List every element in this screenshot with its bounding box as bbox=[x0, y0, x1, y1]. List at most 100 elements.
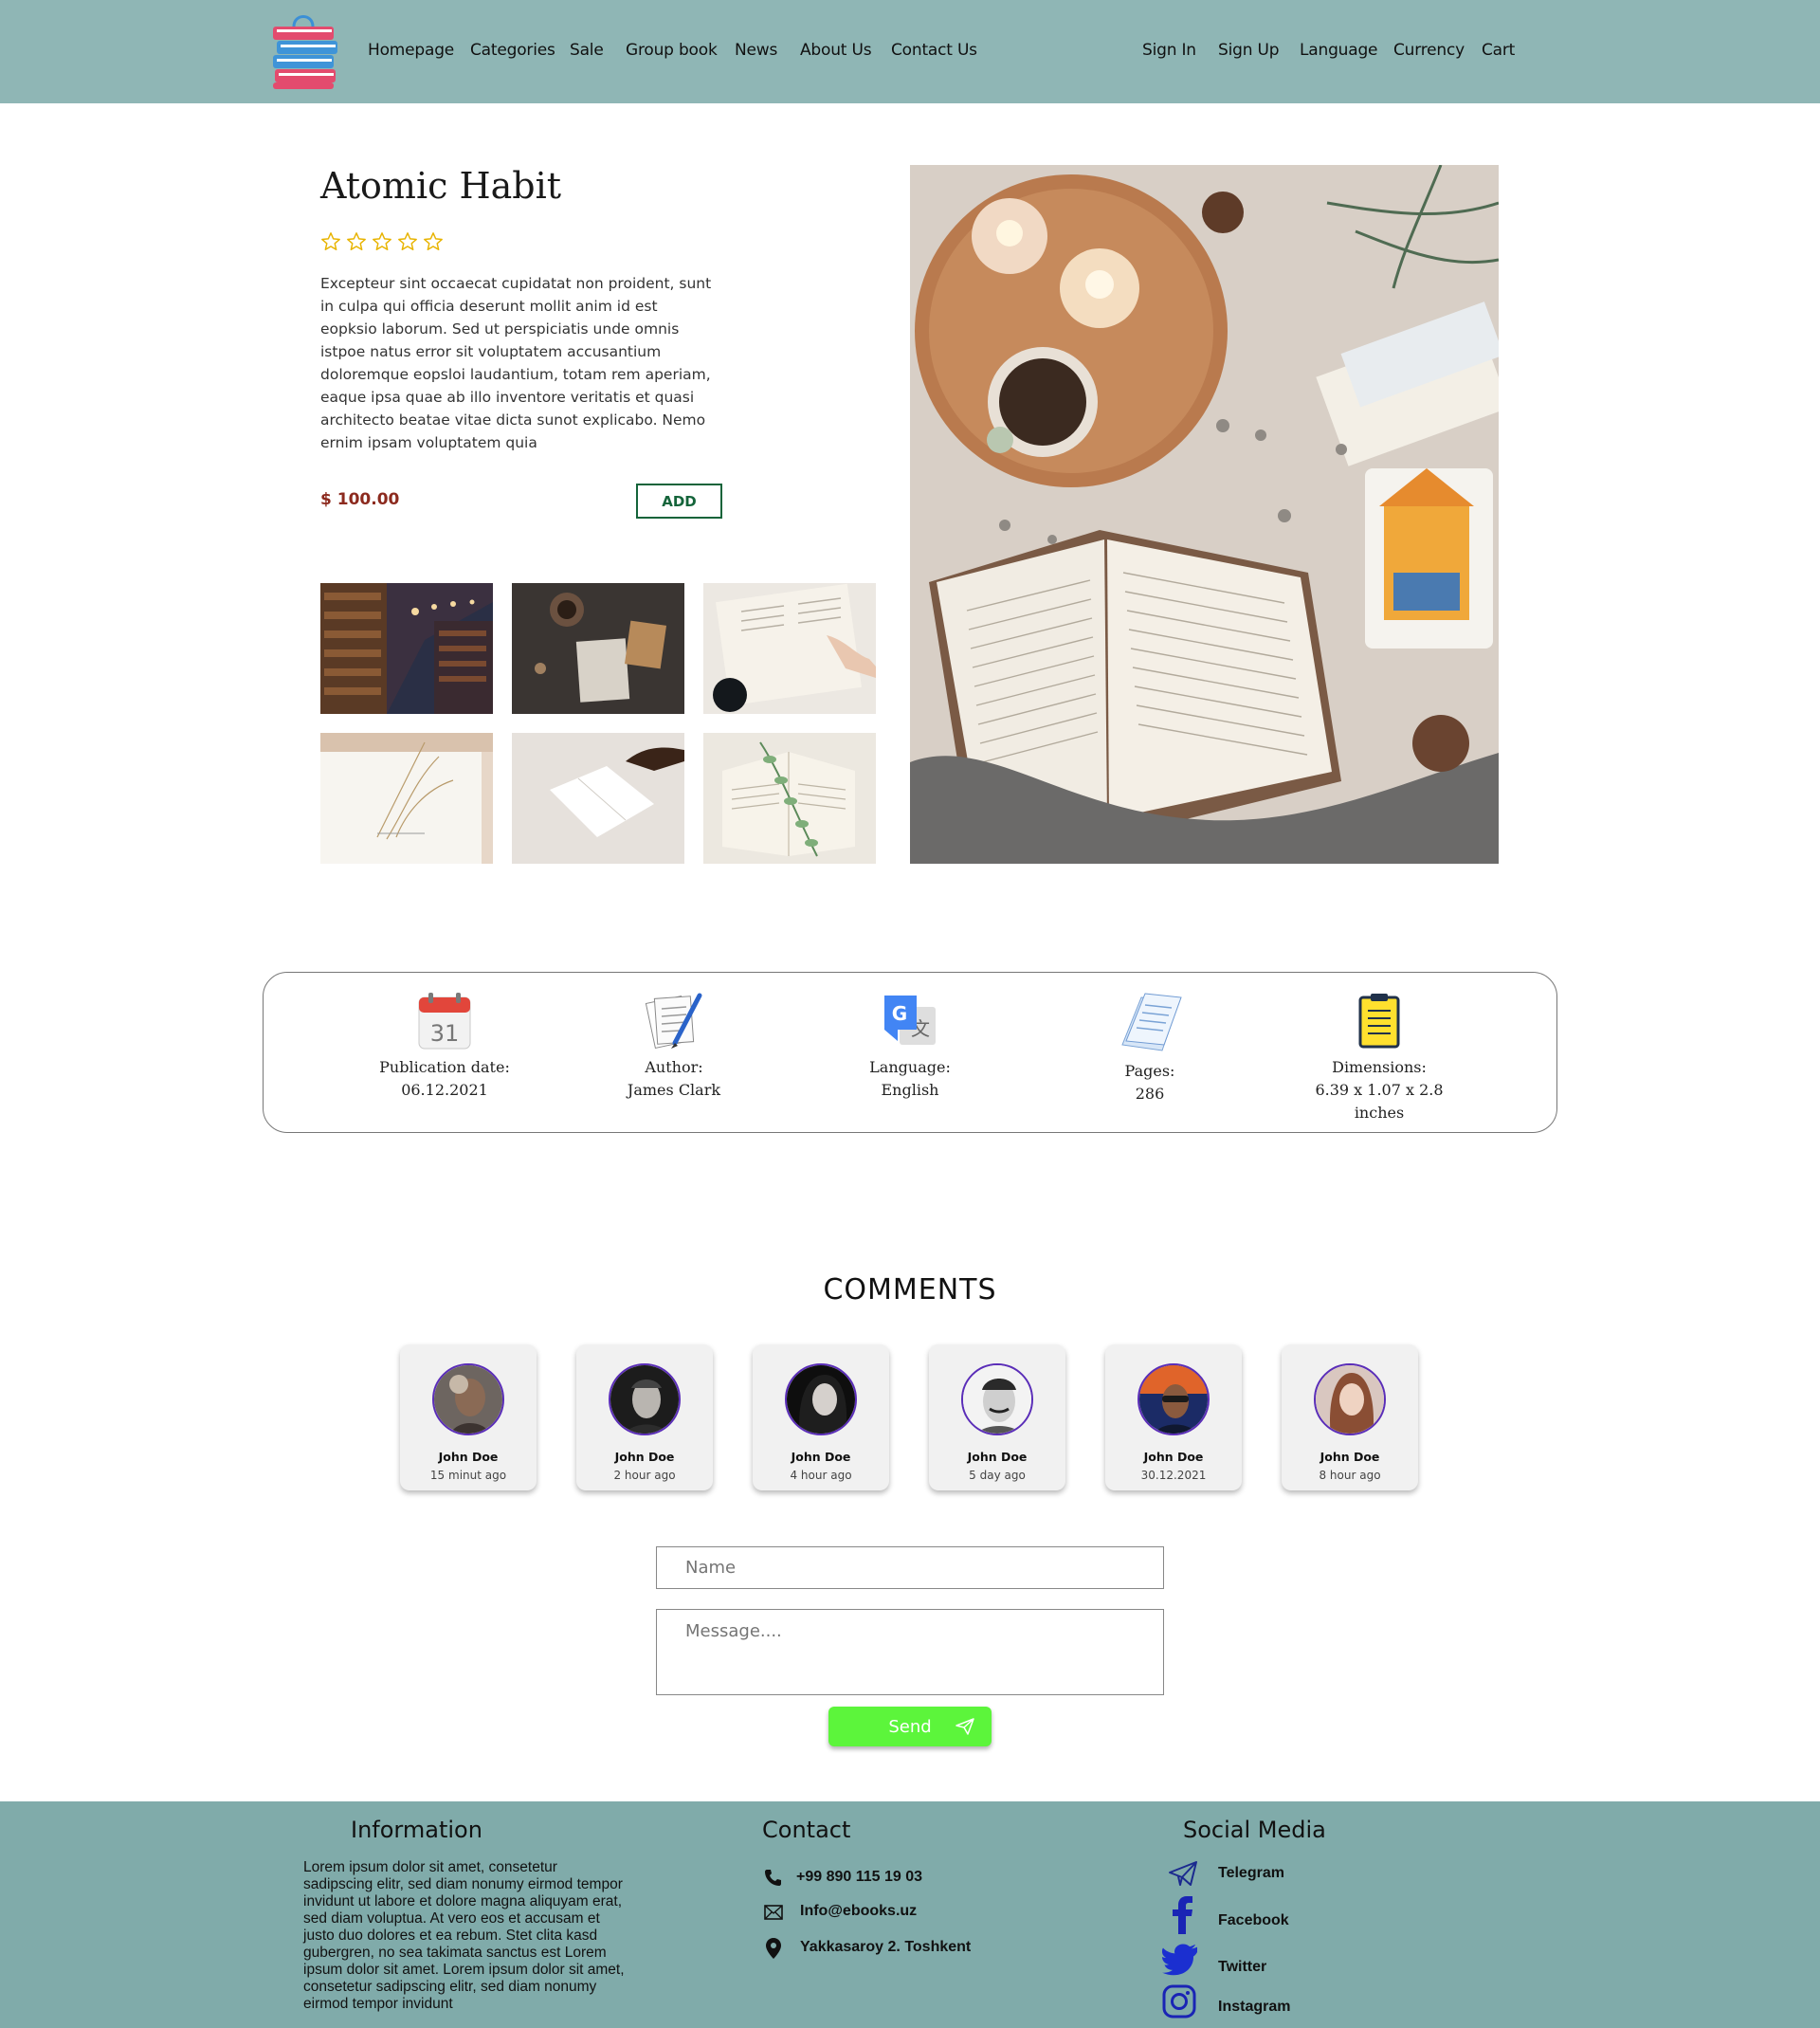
comment-time: 8 hour ago bbox=[1319, 1469, 1381, 1482]
comment-card[interactable]: John Doe 15 minut ago bbox=[400, 1344, 537, 1490]
product-title: Atomic Habit bbox=[320, 165, 562, 207]
comment-author: John Doe bbox=[791, 1450, 851, 1464]
footer-telegram[interactable]: Telegram bbox=[1218, 1865, 1284, 1882]
comment-author: John Doe bbox=[1143, 1450, 1204, 1464]
comment-time: 5 day ago bbox=[969, 1469, 1026, 1482]
detail-pages: Pages: 286 bbox=[1055, 992, 1245, 1105]
detail-publication-date: 31 Publication date: 06.12.2021 bbox=[350, 992, 539, 1102]
comment-card[interactable]: John Doe 5 day ago bbox=[929, 1344, 1065, 1490]
star-icon[interactable] bbox=[346, 231, 367, 252]
send-button[interactable]: Send bbox=[828, 1707, 992, 1746]
gallery-thumb-book-eucalyptus[interactable] bbox=[703, 733, 876, 864]
detail-dimensions: Dimensions: 6.39 x 1.07 x 2.8 inches bbox=[1284, 992, 1474, 1124]
comment-card[interactable]: John Doe 2 hour ago bbox=[576, 1344, 713, 1490]
footer-address[interactable]: Yakkasaroy 2. Toshkent bbox=[800, 1939, 971, 1956]
book-details-card: 31 Publication date: 06.12.2021 Author: … bbox=[263, 972, 1557, 1133]
document-pen-icon bbox=[645, 993, 702, 1050]
comment-author: John Doe bbox=[1320, 1450, 1380, 1464]
nav-group-book[interactable]: Group book bbox=[626, 41, 718, 60]
gallery-thumb-book-dried-grass[interactable] bbox=[320, 733, 493, 864]
nav-cart[interactable]: Cart bbox=[1482, 41, 1515, 60]
product-description: Excepteur sint occaecat cupidatat non pr… bbox=[320, 275, 712, 451]
comment-time: 2 hour ago bbox=[613, 1469, 676, 1482]
footer-phone[interactable]: +99 890 115 19 03 bbox=[796, 1869, 922, 1886]
name-input[interactable] bbox=[656, 1546, 1164, 1589]
nav-sign-up[interactable]: Sign Up bbox=[1218, 41, 1280, 60]
nav-sale[interactable]: Sale bbox=[570, 41, 604, 60]
detail-label: Language: bbox=[869, 1058, 951, 1076]
footer-instagram[interactable]: Instagram bbox=[1218, 1999, 1290, 2016]
detail-value: 6.39 x 1.07 x 2.8 inches bbox=[1315, 1081, 1444, 1122]
comment-time: 30.12.2021 bbox=[1140, 1469, 1207, 1482]
detail-value: 06.12.2021 bbox=[401, 1081, 488, 1099]
pages-icon bbox=[1121, 993, 1182, 1051]
detail-value: English bbox=[881, 1081, 939, 1099]
nav-contact-us[interactable]: Contact Us bbox=[891, 41, 977, 60]
comments-heading: COMMENTS bbox=[823, 1273, 997, 1306]
avatar[interactable] bbox=[785, 1363, 857, 1435]
instagram-icon[interactable] bbox=[1162, 1984, 1196, 2019]
detail-label: Author: bbox=[645, 1058, 703, 1076]
avatar[interactable] bbox=[609, 1363, 681, 1435]
calendar-day-number: 31 bbox=[430, 1020, 460, 1047]
star-icon[interactable] bbox=[423, 231, 444, 252]
footer-twitter[interactable]: Twitter bbox=[1218, 1959, 1266, 1976]
calendar-icon: 31 bbox=[418, 993, 471, 1050]
nav-homepage[interactable]: Homepage bbox=[368, 41, 454, 60]
send-label: Send bbox=[888, 1716, 932, 1737]
translate-icon: 文 G bbox=[884, 996, 936, 1045]
detail-label: Pages: bbox=[1124, 1062, 1175, 1080]
comment-author: John Doe bbox=[614, 1450, 675, 1464]
rating-stars[interactable] bbox=[320, 231, 444, 252]
comment-author: John Doe bbox=[967, 1450, 1028, 1464]
avatar[interactable] bbox=[1314, 1363, 1386, 1435]
nav-categories[interactable]: Categories bbox=[470, 41, 555, 60]
footer-information-title: Information bbox=[351, 1817, 482, 1843]
nav-currency[interactable]: Currency bbox=[1393, 41, 1465, 60]
footer-facebook[interactable]: Facebook bbox=[1218, 1912, 1289, 1929]
svg-text:G: G bbox=[892, 1002, 907, 1025]
gallery-thumb-blank-notebook[interactable] bbox=[512, 733, 684, 864]
facebook-icon[interactable] bbox=[1172, 1896, 1194, 1934]
star-icon[interactable] bbox=[372, 231, 392, 252]
gallery-thumb-coffee-table[interactable] bbox=[512, 583, 684, 714]
comment-time: 15 minut ago bbox=[429, 1469, 507, 1482]
paper-plane-icon bbox=[956, 1718, 974, 1735]
add-to-cart-button[interactable]: ADD bbox=[636, 484, 722, 519]
nav-about-us[interactable]: About Us bbox=[800, 41, 872, 60]
detail-label: Dimensions: bbox=[1332, 1058, 1427, 1076]
gallery-thumb-open-book-hand[interactable] bbox=[703, 583, 876, 714]
star-icon[interactable] bbox=[397, 231, 418, 252]
gallery-thumb-library[interactable] bbox=[320, 583, 493, 714]
nav-news[interactable]: News bbox=[735, 41, 777, 60]
clipboard-icon bbox=[1358, 994, 1400, 1049]
site-footer: Information Lorem ipsum dolor sit amet, … bbox=[0, 1801, 1820, 2028]
product-main-image bbox=[910, 165, 1499, 864]
comment-card[interactable]: John Doe 8 hour ago bbox=[1282, 1344, 1418, 1490]
footer-social-title: Social Media bbox=[1183, 1817, 1326, 1843]
comment-card[interactable]: John Doe 30.12.2021 bbox=[1105, 1344, 1242, 1490]
phone-icon bbox=[765, 1870, 781, 1886]
star-icon[interactable] bbox=[320, 231, 341, 252]
nav-language[interactable]: Language bbox=[1300, 41, 1377, 60]
comment-time: 4 hour ago bbox=[790, 1469, 852, 1482]
detail-author: Author: James Clark bbox=[579, 992, 769, 1102]
mail-icon bbox=[764, 1905, 783, 1920]
comment-author: John Doe bbox=[438, 1450, 499, 1464]
comment-card[interactable]: John Doe 4 hour ago bbox=[753, 1344, 889, 1490]
location-pin-icon bbox=[766, 1938, 781, 1959]
nav-sign-in[interactable]: Sign In bbox=[1142, 41, 1196, 60]
twitter-icon[interactable] bbox=[1162, 1944, 1198, 1976]
site-header: Homepage Categories Sale Group book News… bbox=[0, 0, 1820, 103]
footer-email[interactable]: Info@ebooks.uz bbox=[800, 1903, 917, 1920]
avatar[interactable] bbox=[961, 1363, 1033, 1435]
product-price: $ 100.00 bbox=[320, 490, 400, 509]
footer-contact-title: Contact bbox=[762, 1817, 851, 1843]
avatar[interactable] bbox=[1138, 1363, 1210, 1435]
detail-value: 286 bbox=[1135, 1085, 1165, 1103]
detail-language: 文 G Language: English bbox=[815, 992, 1005, 1102]
message-input[interactable] bbox=[656, 1609, 1164, 1695]
telegram-icon[interactable] bbox=[1168, 1860, 1198, 1887]
avatar[interactable] bbox=[432, 1363, 504, 1435]
books-bag-logo-icon[interactable] bbox=[271, 8, 339, 91]
